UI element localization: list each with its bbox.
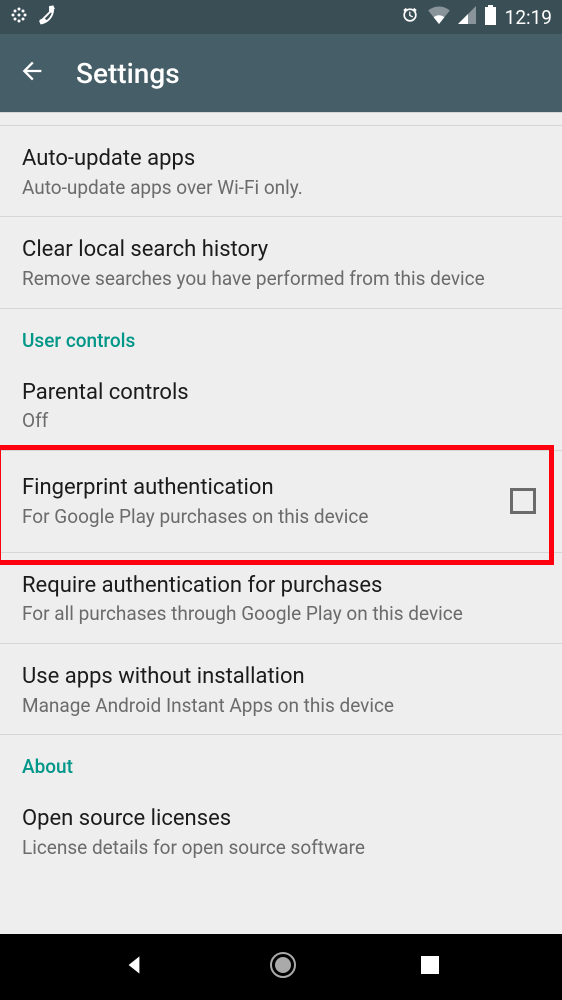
checkbox-unchecked-icon[interactable] xyxy=(510,488,536,514)
nav-home-icon[interactable] xyxy=(268,950,298,984)
setting-require-auth[interactable]: Require authentication for purchases For… xyxy=(0,553,562,643)
setting-title: Require authentication for purchases xyxy=(22,571,540,601)
back-arrow-icon[interactable] xyxy=(18,57,46,89)
setting-parental-controls[interactable]: Parental controls Off xyxy=(0,360,562,450)
setting-title: Fingerprint authentication xyxy=(22,473,540,503)
setting-title: Parental controls xyxy=(22,378,540,408)
setting-subtitle: License details for open source software xyxy=(22,836,540,861)
alarm-icon xyxy=(400,5,420,29)
nav-recents-icon[interactable] xyxy=(419,954,441,980)
setting-subtitle: Manage Android Instant Apps on this devi… xyxy=(22,694,540,719)
cell-signal-icon xyxy=(458,6,476,28)
setting-open-source-licenses[interactable]: Open source licenses License details for… xyxy=(0,786,562,876)
setting-subtitle: For Google Play purchases on this device xyxy=(22,505,540,530)
setting-subtitle: Off xyxy=(22,409,540,434)
setting-title: Open source licenses xyxy=(22,804,540,834)
clock: 12:19 xyxy=(505,6,552,29)
nav-back-icon[interactable] xyxy=(121,952,147,982)
setting-title: Clear local search history xyxy=(22,235,540,265)
setting-fingerprint-auth[interactable]: Fingerprint authentication For Google Pl… xyxy=(0,451,562,551)
wifi-icon xyxy=(428,6,450,28)
setting-auto-update[interactable]: Auto-update apps Auto-update apps over W… xyxy=(0,126,562,216)
page-title: Settings xyxy=(76,57,180,90)
setting-subtitle: Remove searches you have performed from … xyxy=(22,267,540,292)
appbar: Settings xyxy=(0,34,562,112)
section-about: About xyxy=(0,735,562,786)
app-dots-icon xyxy=(10,6,28,28)
call-blocked-icon xyxy=(36,4,58,30)
setting-subtitle: For all purchases through Google Play on… xyxy=(22,602,540,627)
setting-subtitle: Auto-update apps over Wi-Fi only. xyxy=(22,176,540,201)
spacer xyxy=(0,112,562,126)
setting-instant-apps[interactable]: Use apps without installation Manage And… xyxy=(0,644,562,734)
section-user-controls: User controls xyxy=(0,309,562,360)
nav-bar xyxy=(0,934,562,1000)
settings-list: Auto-update apps Auto-update apps over W… xyxy=(0,112,562,877)
setting-title: Auto-update apps xyxy=(22,144,540,174)
setting-clear-history[interactable]: Clear local search history Remove search… xyxy=(0,217,562,307)
battery-icon xyxy=(484,5,497,29)
setting-title: Use apps without installation xyxy=(22,662,540,692)
statusbar: 12:19 xyxy=(0,0,562,34)
